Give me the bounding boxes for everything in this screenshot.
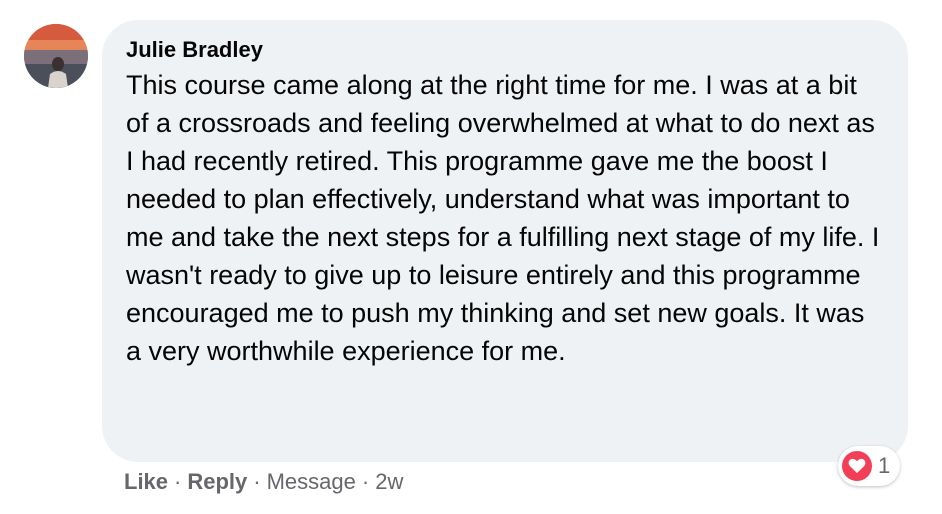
comment-author[interactable]: Julie Bradley <box>126 36 884 64</box>
comment-actions: Like · Reply · Message · 2w <box>124 466 403 498</box>
avatar[interactable] <box>24 24 88 88</box>
comment-bubble: Julie Bradley This course came along at … <box>102 20 908 462</box>
reaction-summary[interactable]: 1 <box>838 446 901 486</box>
reaction-count: 1 <box>878 453 891 478</box>
like-button[interactable]: Like <box>124 466 168 498</box>
reply-button[interactable]: Reply <box>187 466 247 498</box>
heart-icon <box>842 451 872 481</box>
separator: · <box>174 469 182 494</box>
timestamp[interactable]: 2w <box>375 466 403 498</box>
separator: · <box>361 469 370 494</box>
separator: · <box>253 469 261 494</box>
comment-text: This course came along at the right time… <box>126 70 880 366</box>
message-button[interactable]: Message <box>267 466 356 498</box>
